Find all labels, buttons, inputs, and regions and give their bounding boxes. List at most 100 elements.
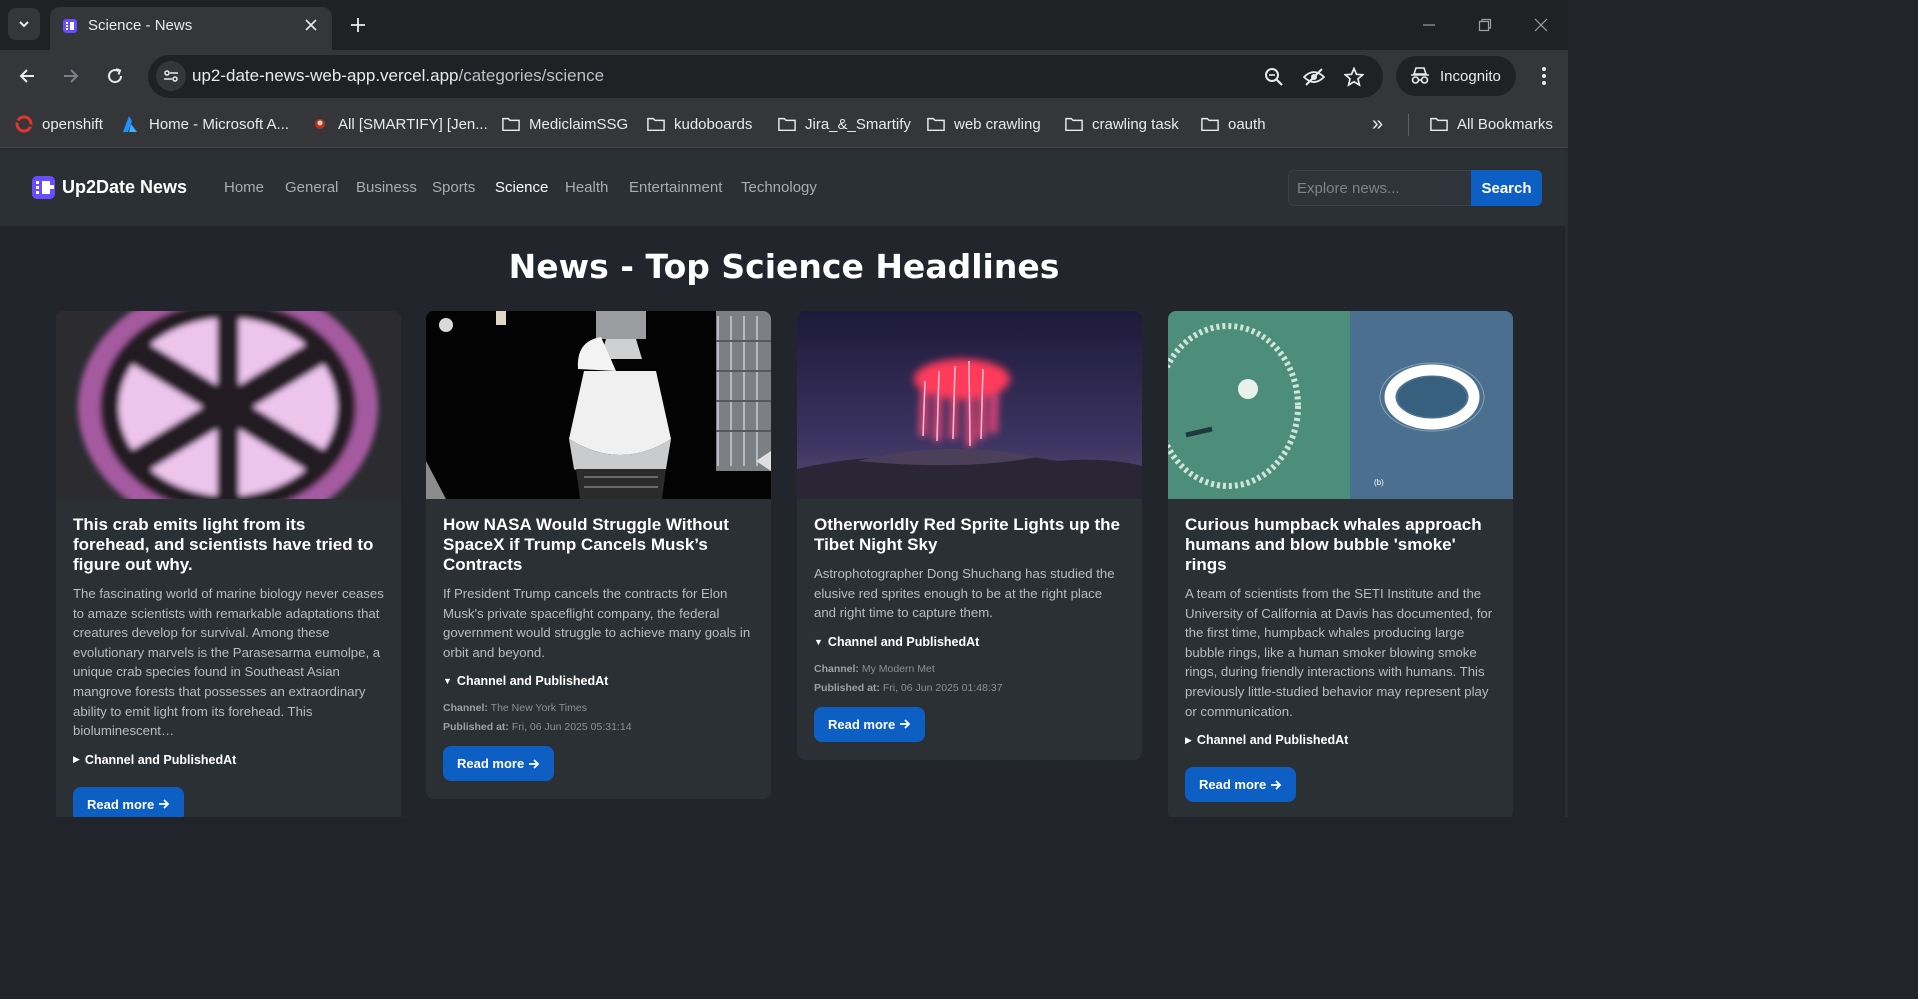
bookmark-folder-jira-smartify[interactable]: Jira_&_Smartify [778,113,911,135]
channel-value: The New York Times [490,702,587,715]
bookmark-folder-mediclaimssg[interactable]: MediclaimSSG [502,113,628,135]
read-more-label: Read more [1199,777,1267,793]
folder-icon [647,115,665,133]
all-bookmarks-button[interactable]: All Bookmarks [1430,113,1553,135]
arrow-left-icon [19,69,34,83]
url-path: /categories/science [458,66,605,85]
channel-value: My Modern Met [861,662,935,675]
nav-entertainment[interactable]: Entertainment [629,179,722,196]
details-label: Channel and PublishedAt [1196,733,1349,748]
read-more-button[interactable]: Read more [814,706,926,742]
nav-general[interactable]: General [285,179,338,196]
browser-menu-button[interactable] [1530,61,1558,91]
triangle-down-icon: ▼ [814,636,823,647]
page-title: News - Top Science Headlines [508,247,1060,286]
nav-technology[interactable]: Technology [741,179,817,196]
site-navbar: Up2Date News Home General Business Sport… [0,149,1568,226]
published-line: Published at: Fri, 06 Jun 2025 01:48:37 [814,679,1125,698]
bookmark-star-button[interactable] [1341,64,1367,90]
new-tab-button[interactable] [344,11,372,39]
triangle-right-icon: ▶ [1185,734,1192,745]
bookmark-folder-oauth[interactable]: oauth [1201,113,1266,135]
bookmark-label: Home - Microsoft A... [149,115,290,133]
brand-logo-icon [32,176,55,199]
article-image-spacex-dragon[interactable] [426,311,771,499]
details-label: Channel and PublishedAt [84,752,237,767]
restore-button[interactable] [1470,10,1500,40]
tab-search-button[interactable] [8,8,40,40]
details-toggle[interactable]: ▶ Channel and PublishedAt [73,753,384,767]
article-image-red-sprite[interactable] [797,311,1142,499]
article-card: Otherworldly Red Sprite Lights up the Ti… [797,311,1142,760]
folder-icon [1065,115,1083,133]
arrow-right-icon [159,799,170,809]
reload-icon [108,68,123,84]
site-info-button[interactable] [156,61,186,91]
article-card: How NASA Would Struggle Without SpaceX i… [426,311,771,800]
article-card: This crab emits light from its forehead,… [56,311,401,817]
read-more-button[interactable]: Read more [1185,767,1297,803]
article-title: This crab emits light from its forehead,… [73,515,374,574]
brand-link[interactable]: Up2Date News [31,175,187,200]
back-button[interactable] [12,61,42,91]
search-button[interactable]: Search [1471,170,1542,206]
arrow-right-icon [1271,780,1282,790]
article-title: How NASA Would Struggle Without SpaceX i… [443,515,729,574]
nav-sports[interactable]: Sports [432,179,475,196]
azure-icon [122,115,140,133]
reload-button[interactable] [100,61,130,91]
folder-icon [1430,115,1448,133]
brand-name: Up2Date News [62,177,188,197]
article-card: (b) Curious humpback whales approach hum… [1168,311,1513,817]
close-window-button[interactable] [1526,10,1556,40]
address-bar[interactable]: up2-date-news-web-app.vercel.app/categor… [148,55,1383,98]
tab-title: Science - News [88,17,193,34]
read-more-button[interactable]: Read more [73,786,185,817]
active-tab[interactable]: Science - News [50,7,332,50]
nav-science[interactable]: Science [495,179,548,196]
tracking-protection-button[interactable] [1301,64,1327,90]
bookmark-openshift[interactable]: openshift [15,113,103,135]
bookmark-label: kudoboards [674,115,753,133]
details-label: Channel and PublishedAt [456,674,609,689]
details-label: Channel and PublishedAt [827,634,980,649]
eye-off-icon [1303,68,1325,86]
triangle-right-icon: ▶ [73,754,80,765]
channel-line: Channel: My Modern Met [814,660,1125,679]
details-toggle[interactable]: ▼ Channel and PublishedAt [443,674,754,688]
tab-close-button[interactable] [300,14,322,36]
article-image-pink-logo[interactable] [56,311,401,499]
bookmark-microsoft-azure[interactable]: Home - Microsoft A... [122,113,289,135]
web-page: Up2Date News Home General Business Sport… [0,149,1568,817]
bookmark-label: crawling task [1092,115,1179,133]
article-title: Curious humpback whales approach humans … [1185,515,1482,574]
details-toggle[interactable]: ▼ Channel and PublishedAt [814,635,1125,649]
page-scrollbar[interactable] [1565,149,1568,817]
image-caption: (b) [1374,478,1384,487]
search-input[interactable] [1288,170,1471,206]
minimize-button[interactable] [1414,10,1444,40]
all-bookmarks-label: All Bookmarks [1457,115,1553,133]
bookmark-folder-crawling-task[interactable]: crawling task [1065,113,1179,135]
bookmark-smartify-jenkins[interactable]: All [SMARTIFY] [Jen... [311,113,488,135]
bookmark-label: Jira_&_Smartify [805,115,911,133]
read-more-label: Read more [457,756,525,772]
zoom-button[interactable] [1261,64,1287,90]
forward-button[interactable] [56,61,86,91]
bookmarks-overflow-button[interactable]: » [1372,113,1383,135]
bookmark-label: All [SMARTIFY] [Jen... [338,115,488,133]
plus-icon [351,18,365,32]
more-vert-icon [1542,67,1546,85]
read-more-button[interactable]: Read more [443,746,555,782]
nav-health[interactable]: Health [565,179,608,196]
nav-business[interactable]: Business [356,179,417,196]
bookmarks-divider [1408,114,1409,136]
bookmark-folder-kudoboards[interactable]: kudoboards [647,113,752,135]
bookmark-folder-web-crawling[interactable]: web crawling [927,113,1041,135]
article-image-whale-bubbles[interactable]: (b) [1168,311,1513,499]
nav-home[interactable]: Home [224,179,264,196]
details-toggle[interactable]: ▶ Channel and PublishedAt [1185,733,1496,747]
tune-icon [164,70,178,82]
bookmark-label: oauth [1228,115,1266,133]
incognito-badge[interactable]: Incognito [1396,56,1516,96]
